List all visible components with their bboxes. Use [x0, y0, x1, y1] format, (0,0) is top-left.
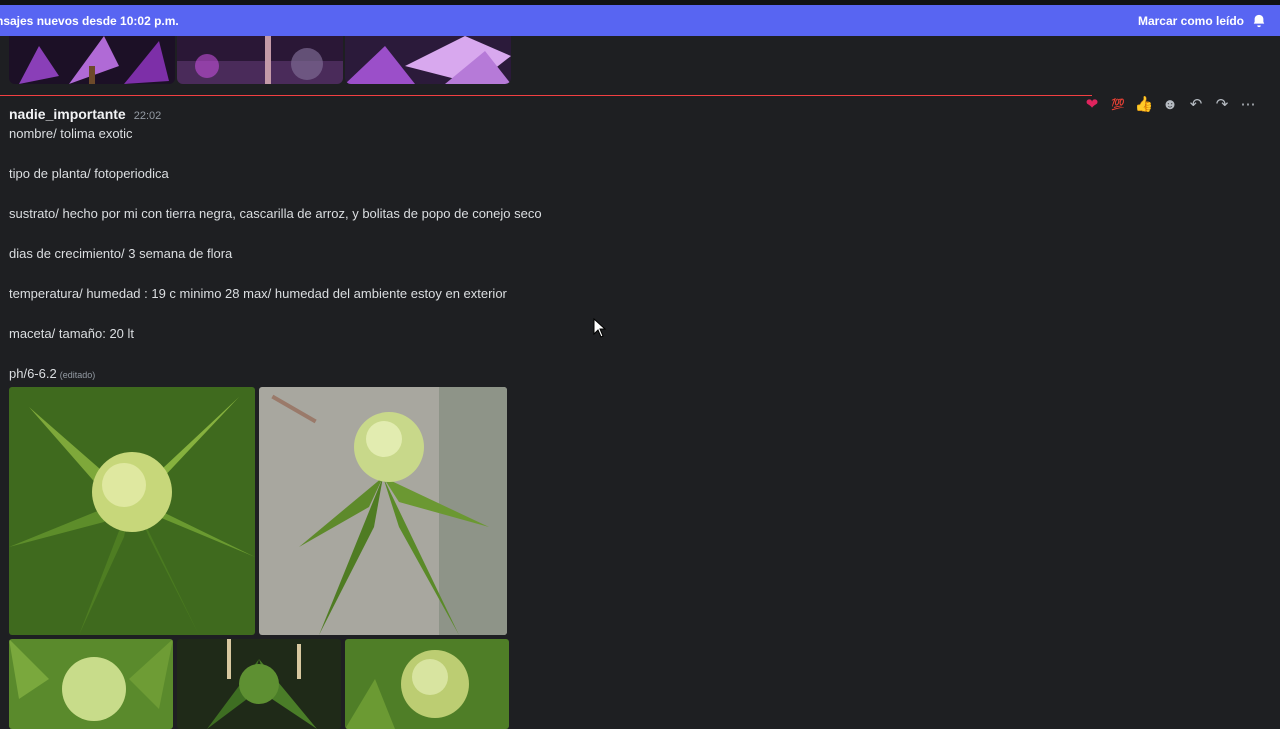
- message-username[interactable]: nadie_importante: [9, 106, 126, 122]
- thumbs-up-icon[interactable]: 👍: [1134, 94, 1154, 114]
- edited-label: (editado): [59, 370, 96, 380]
- gallery-image-5[interactable]: [345, 639, 509, 729]
- previous-image-2[interactable]: [177, 36, 343, 84]
- new-messages-divider: [0, 95, 1092, 96]
- message-line: temperatura/ humedad : 19 c minimo 28 ma…: [9, 286, 507, 301]
- message: nadie_importante 22:02 nombre/ tolima ex…: [9, 106, 709, 384]
- previous-message-images: [9, 36, 511, 84]
- gallery-image-3[interactable]: [9, 639, 173, 729]
- message-line: nombre/ tolima exotic: [9, 126, 133, 141]
- message-line: sustrato/ hecho por mi con tierra negra,…: [9, 206, 542, 221]
- heart-icon[interactable]: ❤: [1082, 94, 1102, 114]
- message-line: dias de crecimiento/ 3 semana de flora: [9, 246, 233, 261]
- reply-icon[interactable]: ↶: [1186, 94, 1206, 114]
- mark-read-icon: [1253, 14, 1265, 27]
- hundred-icon[interactable]: 💯: [1108, 94, 1128, 114]
- image-gallery: [9, 387, 509, 729]
- mouse-cursor-icon: [593, 318, 607, 338]
- message-line: tipo de planta/ fotoperiodica: [9, 166, 169, 181]
- gallery-image-2[interactable]: [259, 387, 507, 635]
- gallery-image-4[interactable]: [177, 639, 341, 729]
- message-actions-bar: ❤ 💯 👍 ☻ ↶ ↷ ⋯: [1082, 92, 1258, 116]
- new-messages-text: nsajes nuevos desde 10:02 p.m.: [0, 13, 179, 28]
- gallery-image-1[interactable]: [9, 387, 255, 635]
- add-reaction-icon[interactable]: ☻: [1160, 94, 1180, 114]
- mark-as-read-button[interactable]: Marcar como leído: [1138, 14, 1266, 28]
- previous-image-1[interactable]: [9, 36, 175, 84]
- previous-image-3[interactable]: [345, 36, 511, 84]
- mark-as-read-label: Marcar como leído: [1137, 13, 1244, 28]
- new-messages-bar[interactable]: nsajes nuevos desde 10:02 p.m. Marcar co…: [0, 5, 1280, 36]
- message-header: nadie_importante 22:02: [9, 106, 709, 124]
- more-icon[interactable]: ⋯: [1238, 94, 1258, 114]
- message-line-text: ph/6-6.2: [9, 366, 57, 381]
- message-timestamp: 22:02: [133, 110, 162, 122]
- message-line-last: ph/6-6.2 (editado): [9, 364, 709, 384]
- forward-icon[interactable]: ↷: [1212, 94, 1232, 114]
